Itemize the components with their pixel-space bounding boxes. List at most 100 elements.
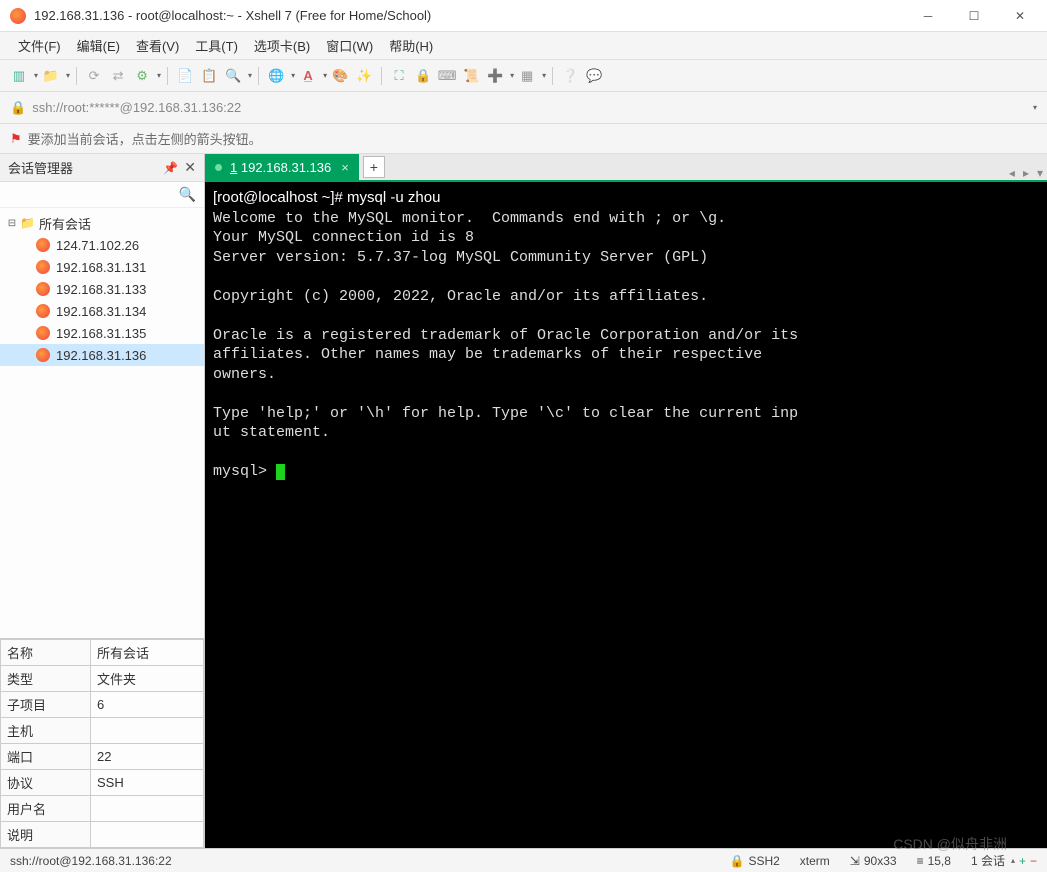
script-icon[interactable]: 📜 <box>460 65 482 87</box>
help-icon[interactable]: ❔ <box>559 65 581 87</box>
session-manager-title: 会话管理器 📌 ✕ <box>0 154 204 182</box>
session-item[interactable]: 124.71.102.26 <box>0 234 204 256</box>
property-value <box>91 822 204 848</box>
status-size: ⇲ 90x33 <box>850 854 897 868</box>
close-button[interactable]: ✕ <box>997 1 1043 31</box>
hint-bar: ⚑ 要添加当前会话，点击左侧的箭头按钮。 <box>0 124 1047 154</box>
color-icon[interactable]: 🎨 <box>329 65 351 87</box>
address-dropdown-icon[interactable]: ▾ <box>1033 103 1037 112</box>
property-row: 协议SSH <box>1 770 204 796</box>
property-key: 端口 <box>1 744 91 770</box>
menu-help[interactable]: 帮助(H) <box>381 32 441 59</box>
address-bar[interactable]: 🔒 ssh://root:******@192.168.31.136:22 ▾ <box>0 92 1047 124</box>
separator <box>258 67 259 85</box>
property-key: 协议 <box>1 770 91 796</box>
status-pos: ≡ 15,8 <box>917 854 951 868</box>
status-bar: ssh://root@192.168.31.136:22 🔒SSH2 xterm… <box>0 848 1047 872</box>
session-icon <box>36 238 50 252</box>
terminal[interactable]: [root@localhost ~]# mysql -u zhou Welcom… <box>205 182 1047 848</box>
property-row: 子项目6 <box>1 692 204 718</box>
menubar: 文件(F) 编辑(E) 查看(V) 工具(T) 选项卡(B) 窗口(W) 帮助(… <box>0 32 1047 60</box>
tab-bar: 1 192.168.31.136 × + ◂ ▸ ▾ <box>205 154 1047 182</box>
folder-icon: 📁 <box>20 216 35 230</box>
panel-close-icon[interactable]: ✕ <box>184 159 196 176</box>
tab-add-button[interactable]: + <box>363 156 385 178</box>
property-value <box>91 718 204 744</box>
property-key: 类型 <box>1 666 91 692</box>
lock-icon[interactable]: 🔒 <box>412 65 434 87</box>
tab-active[interactable]: 1 192.168.31.136 × <box>205 154 359 180</box>
find-icon[interactable]: 🔍 <box>222 65 244 87</box>
keyboard-icon[interactable]: ⌨ <box>436 65 458 87</box>
session-label: 192.168.31.131 <box>56 260 146 275</box>
new-session-icon[interactable]: ▥ <box>8 65 30 87</box>
session-item[interactable]: 192.168.31.133 <box>0 278 204 300</box>
fullscreen-icon[interactable]: ⛶ <box>388 65 410 87</box>
font-icon[interactable]: A̲ <box>297 65 319 87</box>
titlebar: 192.168.31.136 - root@localhost:~ - Xshe… <box>0 0 1047 32</box>
property-value <box>91 796 204 822</box>
separator <box>381 67 382 85</box>
root-label: 所有会话 <box>39 214 91 233</box>
highlight-icon[interactable]: ✨ <box>353 65 375 87</box>
menu-file[interactable]: 文件(F) <box>10 32 69 59</box>
session-label: 192.168.31.136 <box>56 348 146 363</box>
session-item[interactable]: 192.168.31.134 <box>0 300 204 322</box>
property-row: 说明 <box>1 822 204 848</box>
property-row: 端口22 <box>1 744 204 770</box>
tab-close-icon[interactable]: × <box>341 160 349 175</box>
tab-menu-icon[interactable]: ▾ <box>1033 166 1047 180</box>
open-folder-icon[interactable]: 📁 <box>40 65 62 87</box>
expander-icon[interactable]: ⊟ <box>6 218 18 229</box>
menu-edit[interactable]: 编辑(E) <box>69 32 128 59</box>
maximize-button[interactable]: ☐ <box>951 1 997 31</box>
tab-prev-icon[interactable]: ◂ <box>1005 166 1019 180</box>
tab-next-icon[interactable]: ▸ <box>1019 166 1033 180</box>
session-item[interactable]: 192.168.31.136 <box>0 344 204 366</box>
session-tree: ⊟ 📁 所有会话 124.71.102.26 192.168.31.131 192.… <box>0 208 204 638</box>
session-search[interactable]: 🔍 <box>0 182 204 208</box>
disconnect-icon[interactable]: ⇄ <box>107 65 129 87</box>
properties-icon[interactable]: ⚙ <box>131 65 153 87</box>
property-key: 主机 <box>1 718 91 744</box>
property-row: 名称所有会话 <box>1 640 204 666</box>
property-key: 说明 <box>1 822 91 848</box>
session-item[interactable]: 192.168.31.135 <box>0 322 204 344</box>
flag-icon: ⚑ <box>10 131 22 147</box>
globe-icon[interactable]: 🌐 <box>265 65 287 87</box>
window-title: 192.168.31.136 - root@localhost:~ - Xshe… <box>34 8 905 23</box>
about-icon[interactable]: 💬 <box>583 65 605 87</box>
session-icon <box>36 304 50 318</box>
separator <box>552 67 553 85</box>
menu-window[interactable]: 窗口(W) <box>318 32 381 59</box>
property-value: SSH <box>91 770 204 796</box>
paste-icon[interactable]: 📋 <box>198 65 220 87</box>
tile-icon[interactable]: ▦ <box>516 65 538 87</box>
terminal-area: 1 192.168.31.136 × + ◂ ▸ ▾ [root@localho… <box>205 154 1047 848</box>
main-area: 会话管理器 📌 ✕ 🔍 ⊟ 📁 所有会话 124.71.102.26 192.16… <box>0 154 1047 848</box>
property-key: 名称 <box>1 640 91 666</box>
session-manager-panel: 会话管理器 📌 ✕ 🔍 ⊟ 📁 所有会话 124.71.102.26 192.16… <box>0 154 205 848</box>
minimize-button[interactable]: ─ <box>905 1 951 31</box>
lock-small-icon: 🔒 <box>729 854 744 868</box>
lock-icon: 🔒 <box>10 100 26 116</box>
app-icon <box>10 8 26 24</box>
menu-tools[interactable]: 工具(T) <box>187 32 246 59</box>
pin-icon[interactable]: 📌 <box>163 161 178 175</box>
menu-tabs[interactable]: 选项卡(B) <box>246 32 318 59</box>
session-icon <box>36 282 50 296</box>
toolbar: ▥▾ 📁▾ ⟳ ⇄ ⚙▾ 📄 📋 🔍▾ 🌐▾ A̲▾ 🎨 ✨ ⛶ 🔒 ⌨ 📜 ➕… <box>0 60 1047 92</box>
property-key: 用户名 <box>1 796 91 822</box>
session-label: 124.71.102.26 <box>56 238 139 253</box>
property-row: 用户名 <box>1 796 204 822</box>
session-tree-root[interactable]: ⊟ 📁 所有会话 <box>0 212 204 234</box>
properties-panel: 名称所有会话类型文件夹子项目6主机端口22协议SSH用户名说明 <box>0 638 204 848</box>
menu-view[interactable]: 查看(V) <box>128 32 187 59</box>
session-item[interactable]: 192.168.31.131 <box>0 256 204 278</box>
property-value: 文件夹 <box>91 666 204 692</box>
session-label: 192.168.31.135 <box>56 326 146 341</box>
property-row: 类型文件夹 <box>1 666 204 692</box>
reconnect-icon[interactable]: ⟳ <box>83 65 105 87</box>
copy-icon[interactable]: 📄 <box>174 65 196 87</box>
add-icon[interactable]: ➕ <box>484 65 506 87</box>
